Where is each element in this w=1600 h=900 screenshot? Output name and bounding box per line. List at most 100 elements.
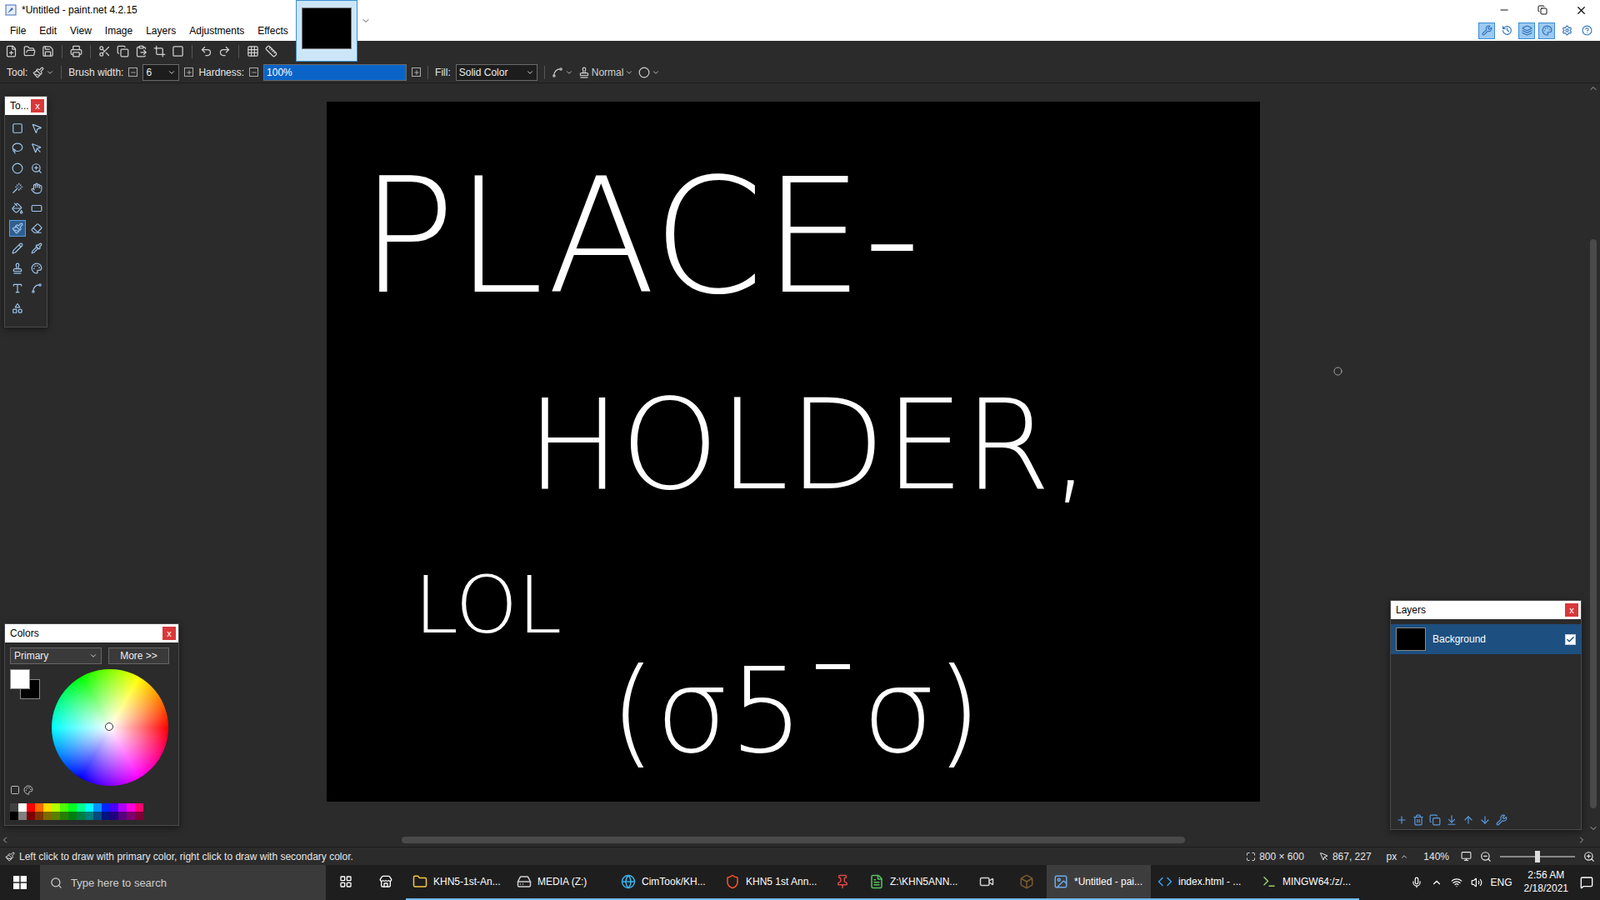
scroll-thumb[interactable] — [1590, 239, 1597, 809]
start-button[interactable] — [0, 865, 40, 900]
tool-button[interactable] — [28, 220, 45, 237]
increase-button[interactable] — [411, 67, 421, 77]
palette-color[interactable] — [110, 803, 119, 812]
palette-color[interactable] — [10, 811, 19, 820]
tool-button[interactable] — [28, 280, 45, 297]
palette-color[interactable] — [18, 811, 27, 820]
palette-color[interactable] — [118, 803, 127, 812]
decrease-button[interactable] — [249, 67, 259, 77]
panel-close-button[interactable]: x — [162, 626, 176, 640]
redo-icon[interactable] — [218, 45, 231, 58]
alpha-picker[interactable] — [638, 66, 660, 79]
tool-button[interactable] — [9, 160, 26, 177]
taskbar-app[interactable]: *Untitled - pai... — [1046, 865, 1151, 900]
palette-color[interactable] — [76, 811, 85, 820]
taskbar-app[interactable]: Z:\KHN5ANN... — [862, 865, 967, 900]
move-down-icon[interactable] — [1479, 814, 1491, 826]
taskbar-app[interactable] — [966, 865, 1007, 900]
palette-color[interactable] — [110, 811, 119, 820]
notifications-icon[interactable] — [1580, 875, 1594, 890]
panel-toggle[interactable] — [1478, 22, 1495, 40]
brush-width-field[interactable]: 6 — [142, 64, 180, 81]
palette-color[interactable] — [93, 803, 102, 812]
network-icon[interactable] — [1450, 876, 1463, 889]
more-button[interactable]: More >> — [108, 647, 170, 665]
settings-button[interactable] — [1558, 22, 1575, 40]
tool-button[interactable] — [28, 160, 45, 177]
language-indicator[interactable]: ENG — [1490, 876, 1513, 889]
menu-item[interactable]: Effects — [250, 23, 295, 39]
taskbar-app[interactable]: MINGW64:/z/... — [1255, 865, 1360, 900]
close-button[interactable] — [1561, 0, 1600, 20]
palette-color[interactable] — [76, 803, 85, 812]
palette-color[interactable] — [68, 803, 77, 812]
horizontal-scrollbar[interactable] — [0, 833, 1600, 847]
fit-window-icon[interactable] — [1460, 850, 1472, 862]
taskbar-app[interactable]: MEDIA (Z:) — [510, 865, 615, 900]
taskbar-app[interactable] — [1006, 865, 1047, 900]
scroll-thumb[interactable] — [401, 836, 1185, 844]
palette-color[interactable] — [18, 803, 27, 812]
taskbar-app[interactable]: KHN5 1st Ann... — [718, 865, 823, 900]
crop-icon[interactable] — [153, 45, 166, 58]
print-icon[interactable] — [70, 45, 83, 58]
layer-row[interactable]: Background — [1390, 624, 1581, 655]
taskbar-app[interactable]: KHN5-1st-An... — [405, 865, 510, 900]
fill-dropdown[interactable]: Solid Color — [455, 64, 538, 81]
palette-color[interactable] — [118, 811, 127, 820]
tool-button[interactable] — [28, 120, 45, 137]
palette-color[interactable] — [26, 811, 35, 820]
restore-button[interactable] — [1523, 0, 1562, 20]
palette-color[interactable] — [85, 803, 94, 812]
tool-button[interactable] — [9, 220, 26, 237]
zoom-slider-thumb[interactable] — [1535, 850, 1540, 863]
copy-icon[interactable] — [116, 45, 130, 58]
color-wheel[interactable] — [51, 669, 169, 786]
tool-button[interactable] — [9, 180, 26, 197]
palette-color[interactable] — [35, 811, 44, 820]
primary-color-swatch[interactable] — [10, 669, 30, 690]
menu-item[interactable]: Edit — [32, 23, 64, 39]
palette-color[interactable] — [60, 803, 69, 812]
palette-color[interactable] — [126, 811, 135, 820]
palette-color[interactable] — [51, 803, 60, 812]
increase-button[interactable] — [184, 67, 194, 77]
zoom-slider[interactable] — [1500, 855, 1575, 858]
cut-icon[interactable] — [98, 45, 111, 58]
palette-color[interactable] — [135, 803, 144, 812]
move-up-icon[interactable] — [1462, 814, 1475, 826]
menu-item[interactable]: Layers — [139, 23, 183, 39]
task-view-button[interactable] — [325, 865, 366, 900]
tool-button[interactable] — [9, 120, 26, 137]
tool-button[interactable] — [9, 280, 26, 297]
decrease-button[interactable] — [128, 67, 138, 77]
new-file-icon[interactable] — [5, 45, 18, 58]
open-file-icon[interactable] — [23, 45, 36, 58]
minimize-button[interactable] — [1485, 0, 1524, 20]
clock[interactable]: 2:56 AM2/18/2021 — [1520, 869, 1572, 895]
image-tab[interactable] — [295, 0, 358, 62]
hardness-slider[interactable]: 100% — [263, 64, 407, 81]
panel-toggle[interactable] — [1518, 22, 1535, 40]
menu-item[interactable]: View — [63, 23, 99, 39]
palette-color[interactable] — [85, 811, 94, 820]
palette-color[interactable] — [68, 811, 77, 820]
palette-color[interactable] — [43, 811, 52, 820]
tool-button[interactable] — [9, 240, 26, 257]
menu-item[interactable]: Adjustments — [182, 23, 251, 39]
panel-close-button[interactable]: x — [30, 99, 45, 113]
zoom-out-icon[interactable] — [1480, 850, 1492, 863]
panel-close-button[interactable]: x — [1565, 603, 1579, 617]
duplicate-layer-icon[interactable] — [1429, 814, 1441, 826]
color-mode-select[interactable]: Primary — [10, 647, 102, 665]
blend-mode-picker[interactable]: Normal — [578, 66, 635, 79]
taskbar-app[interactable] — [822, 865, 863, 900]
show-hidden-icon[interactable] — [1430, 876, 1443, 889]
antialias-picker[interactable] — [551, 66, 574, 79]
layer-properties-icon[interactable] — [1495, 814, 1508, 826]
zoom-in-icon[interactable] — [1583, 850, 1595, 863]
save-icon[interactable] — [41, 45, 55, 58]
tabs-dropdown[interactable] — [357, 0, 375, 41]
tool-button[interactable] — [28, 180, 45, 197]
palette-color[interactable] — [35, 803, 44, 812]
